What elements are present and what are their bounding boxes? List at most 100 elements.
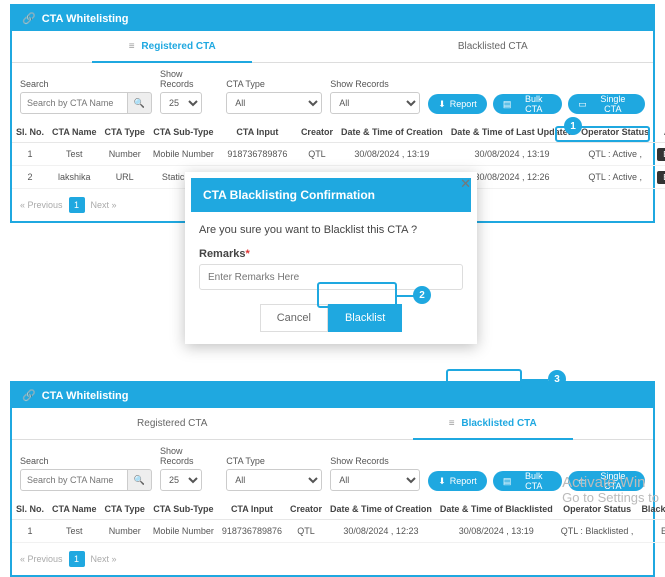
cell: Test <box>48 143 101 166</box>
search-input-b[interactable] <box>20 469 128 491</box>
link-icon: 🔗 <box>22 12 36 25</box>
show-records2-select[interactable]: All <box>330 92 420 114</box>
blacklist-button[interactable]: Blacklist <box>328 304 402 332</box>
show-records-label: Show Records <box>160 69 218 89</box>
density-icon: ≡ <box>449 418 455 429</box>
th: Blacklisted By <box>637 499 665 520</box>
tab-registered-bottom[interactable]: Registered CTA <box>12 408 333 439</box>
single-cta-button-b[interactable]: ▭ Single CTA <box>568 471 645 491</box>
cell: QTL <box>297 143 337 166</box>
th: CTA Input <box>218 499 286 520</box>
report-label: Report <box>450 99 477 109</box>
cell: 30/08/2024 , 13:19 <box>337 143 447 166</box>
marker-2: 2 <box>413 286 431 304</box>
cell: Entity <box>637 520 665 543</box>
report-label-b: Report <box>450 476 477 486</box>
search-button[interactable]: 🔍 <box>128 92 152 114</box>
bulk-label-b: Bulk CTA <box>515 471 552 491</box>
cell: 30/08/2024 , 13:19 <box>447 143 577 166</box>
module-title: CTA Whitelisting <box>42 13 129 25</box>
remarks-label: Remarks* <box>199 248 463 260</box>
report-button[interactable]: ⬇ Report <box>428 94 487 114</box>
show-records-label-b: Show Records <box>160 446 218 466</box>
pagination-bottom: « Previous 1 Next » <box>12 543 653 575</box>
show-records-select[interactable]: 25 <box>160 92 202 114</box>
module-title-bottom: CTA Whitelisting <box>42 390 129 402</box>
th: Creator <box>297 122 337 143</box>
th: Date & Time of Creation <box>326 499 436 520</box>
modal-title: CTA Blacklisting Confirmation <box>191 178 471 212</box>
cancel-button[interactable]: Cancel <box>260 304 328 332</box>
th: Sl. No. <box>12 122 48 143</box>
search-icon: 🔍 <box>134 475 145 486</box>
th: Date & Time of Creation <box>337 122 447 143</box>
cta-type-select[interactable]: All <box>226 92 322 114</box>
cell: 30/08/2024 , 13:19 <box>436 520 557 543</box>
th: Operator Status <box>577 122 653 143</box>
th: Date & Time of Blacklisted <box>436 499 557 520</box>
marker-1: 1 <box>564 117 582 135</box>
bulk-cta-button-b[interactable]: ▤Bulk CTA <box>493 471 562 491</box>
blacklist-confirm-modal: ✕ CTA Blacklisting Confirmation Are you … <box>185 172 477 344</box>
show-records2-label-b: Show Records <box>330 456 420 466</box>
table-row: 1 Test Number Mobile Number 918736789876… <box>12 520 665 543</box>
current-page-b[interactable]: 1 <box>69 551 85 567</box>
current-page[interactable]: 1 <box>69 197 85 213</box>
cell-action: Blacklist <box>653 166 665 189</box>
th: Creator <box>286 499 326 520</box>
cell: 918736789876 <box>218 143 297 166</box>
next-page[interactable]: Next » <box>91 200 117 210</box>
table-row: 1 Test Number Mobile Number 918736789876… <box>12 143 665 166</box>
cell: 918736789876 <box>218 520 286 543</box>
module-header: 🔗 CTA Whitelisting <box>12 6 653 31</box>
next-page-b[interactable]: Next » <box>91 554 117 564</box>
search-label: Search <box>20 79 152 89</box>
show-records-select-b[interactable]: 25 <box>160 469 202 491</box>
blacklist-action[interactable]: Blacklist <box>657 171 665 184</box>
th: Operator Status <box>557 499 638 520</box>
bulk-icon: ▤ <box>503 99 512 110</box>
marker-3: 3 <box>548 370 566 388</box>
report-button-b[interactable]: ⬇ Report <box>428 471 487 491</box>
single-cta-button[interactable]: ▭Single CTA <box>568 94 645 114</box>
filters-bottom: Search 🔍 Show Records 25 CTA Type All Sh… <box>12 440 653 499</box>
cell: Number <box>101 143 149 166</box>
single-label-b: Single CTA <box>591 471 635 491</box>
single-icon: ▭ <box>578 476 587 487</box>
module-bottom: 🔗 CTA Whitelisting Registered CTA ≡ Blac… <box>10 381 655 577</box>
tabs-bottom: Registered CTA ≡ Blacklisted CTA <box>12 408 653 440</box>
th: CTA Name <box>48 122 101 143</box>
cell: lakshika <box>48 166 101 189</box>
prev-page[interactable]: « Previous <box>20 200 63 210</box>
tab-registered-label: Registered CTA <box>141 41 215 52</box>
tab-blacklisted-bottom[interactable]: ≡ Blacklisted CTA <box>333 408 654 439</box>
close-icon[interactable]: ✕ <box>460 176 471 192</box>
tab-registered[interactable]: ≡ Registered CTA <box>12 31 333 62</box>
th: Action <box>653 122 665 143</box>
tab-blacklisted[interactable]: Blacklisted CTA <box>333 31 654 62</box>
blacklist-action[interactable]: Blacklist <box>657 148 665 161</box>
download-icon: ⬇ <box>438 476 446 487</box>
show-records2-select-b[interactable]: All <box>330 469 420 491</box>
cell: Number <box>101 520 149 543</box>
th: CTA Input <box>218 122 297 143</box>
download-icon: ⬇ <box>438 99 446 110</box>
cta-type-label: CTA Type <box>226 79 322 89</box>
search-input[interactable] <box>20 92 128 114</box>
bulk-cta-button[interactable]: ▤Bulk CTA <box>493 94 562 114</box>
cell: URL <box>101 166 149 189</box>
cell: Test <box>48 520 101 543</box>
search-button-b[interactable]: 🔍 <box>128 469 152 491</box>
search-icon: 🔍 <box>134 98 145 109</box>
cell: QTL : Blacklisted , <box>557 520 638 543</box>
th: CTA Sub-Type <box>149 499 218 520</box>
bulk-label: Bulk CTA <box>515 94 552 114</box>
cta-type-select-b[interactable]: All <box>226 469 322 491</box>
density-icon: ≡ <box>129 41 135 52</box>
single-label: Single CTA <box>591 94 635 114</box>
search-label-b: Search <box>20 456 152 466</box>
prev-page-b[interactable]: « Previous <box>20 554 63 564</box>
cell: QTL <box>286 520 326 543</box>
th: CTA Name <box>48 499 101 520</box>
th: CTA Sub-Type <box>149 122 218 143</box>
